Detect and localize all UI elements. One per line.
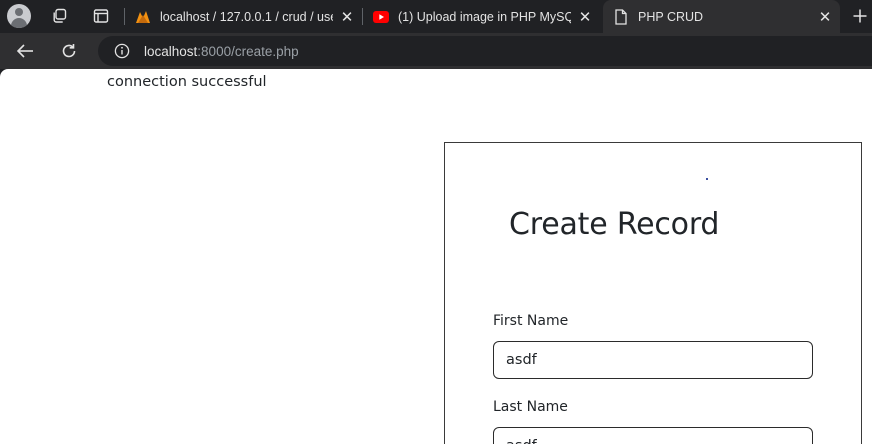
tab-phpmyadmin[interactable]: localhost / 127.0.0.1 / crud / users ✕ bbox=[126, 0, 362, 33]
youtube-icon bbox=[373, 9, 389, 25]
tab-title: localhost / 127.0.0.1 / crud / users bbox=[160, 9, 333, 24]
phpmyadmin-icon bbox=[135, 9, 151, 25]
first-name-field[interactable] bbox=[493, 341, 813, 379]
close-icon[interactable]: ✕ bbox=[339, 9, 355, 26]
last-name-field[interactable] bbox=[493, 427, 813, 444]
reload-icon[interactable] bbox=[56, 38, 82, 64]
tab-separator bbox=[362, 8, 363, 25]
page-content: connection successful Create Record Firs… bbox=[0, 69, 872, 444]
new-tab-icon[interactable] bbox=[848, 5, 872, 27]
profile-avatar[interactable] bbox=[7, 4, 31, 28]
tab-title: PHP CRUD bbox=[638, 9, 704, 24]
first-name-label: First Name bbox=[493, 313, 569, 329]
back-arrow-icon[interactable] bbox=[12, 38, 38, 64]
url-path: :8000/create.php bbox=[197, 43, 299, 59]
tab-separator bbox=[124, 8, 125, 25]
create-record-card: Create Record First Name Last Name bbox=[444, 142, 862, 444]
stray-dot bbox=[706, 178, 708, 180]
close-icon[interactable]: ✕ bbox=[817, 9, 833, 26]
tab-title: (1) Upload image in PHP MySQL bbox=[398, 9, 571, 24]
connection-message: connection successful bbox=[107, 74, 267, 90]
tab-actions-icon[interactable] bbox=[88, 5, 114, 27]
address-bar[interactable]: localhost:8000/create.php bbox=[98, 36, 872, 66]
tab-php-crud[interactable]: PHP CRUD ✕ bbox=[603, 0, 840, 33]
url-text: localhost:8000/create.php bbox=[144, 44, 299, 59]
tab-strip: localhost / 127.0.0.1 / crud / users ✕ (… bbox=[0, 0, 872, 33]
form-title: Create Record bbox=[509, 207, 720, 242]
close-icon[interactable]: ✕ bbox=[577, 9, 593, 26]
document-icon bbox=[613, 8, 629, 25]
site-info-icon[interactable] bbox=[114, 43, 130, 59]
url-host: localhost bbox=[144, 43, 198, 59]
browser-toolbar: localhost:8000/create.php bbox=[0, 33, 872, 69]
workspaces-icon[interactable] bbox=[46, 5, 72, 27]
last-name-label: Last Name bbox=[493, 399, 568, 415]
tab-youtube[interactable]: (1) Upload image in PHP MySQL ✕ bbox=[364, 0, 600, 33]
